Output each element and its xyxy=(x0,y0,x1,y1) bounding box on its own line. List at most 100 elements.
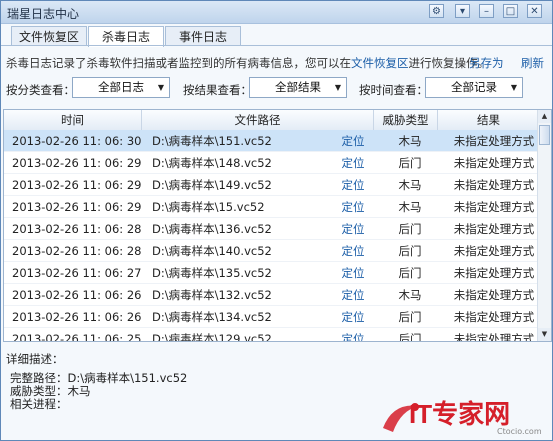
result-filter-label: 按结果查看： xyxy=(183,83,252,97)
locate-link[interactable]: 定位 xyxy=(338,130,368,152)
cell-result: 未指定处理方式 xyxy=(453,244,535,258)
tab-divider xyxy=(1,45,552,46)
locate-link[interactable]: 定位 xyxy=(338,306,368,328)
table-row[interactable]: 2013-02-26 11: 06: 27 D:\病毒样本\135.vc52 定位 后… xyxy=(4,262,539,284)
info-text: 杀毒日志记录了杀毒软件扫描或者监控到的所有病毒信息，您可以在文件恢复区进行恢复操… xyxy=(6,55,489,71)
cell-threat-type: 后门 xyxy=(398,222,422,236)
detail-title: 详细描述： xyxy=(6,352,64,366)
cell-path: D:\病毒样本\134.vc52 xyxy=(152,310,272,324)
cell-time: 2013-02-26 11: 06: 26 xyxy=(12,288,142,302)
log-table: 时间 文件路径 威胁类型 结果 2013-02-26 11: 06: 30 D:\… xyxy=(3,109,552,342)
cell-time: 2013-02-26 11: 06: 30 xyxy=(12,134,142,148)
watermark-site: Ctocio.com xyxy=(497,427,542,436)
cell-result: 未指定处理方式 xyxy=(453,310,535,324)
cell-result: 未指定处理方式 xyxy=(453,200,535,214)
save-as-link[interactable]: 另存为 xyxy=(469,55,504,71)
cell-path: D:\病毒样本\132.vc52 xyxy=(152,288,272,302)
result-filter-value: 全部结果 xyxy=(275,80,321,94)
table-row[interactable]: 2013-02-26 11: 06: 29 D:\病毒样本\149.vc52 定位 木… xyxy=(4,174,539,196)
cell-time: 2013-02-26 11: 06: 29 xyxy=(12,156,142,170)
cell-time: 2013-02-26 11: 06: 29 xyxy=(12,200,142,214)
watermark-brand: IT专家网 xyxy=(409,399,511,429)
table-row[interactable]: 2013-02-26 11: 06: 26 D:\病毒样本\134.vc52 定位 后… xyxy=(4,306,539,328)
cell-result: 未指定处理方式 xyxy=(453,134,535,148)
chevron-down-icon: ▼ xyxy=(510,83,517,92)
cell-path: D:\病毒样本\140.vc52 xyxy=(152,244,272,258)
cell-result: 未指定处理方式 xyxy=(453,266,535,280)
tab-file-recovery[interactable]: 文件恢复区 xyxy=(11,26,87,46)
dropdown-icon[interactable]: ▾ xyxy=(455,4,470,18)
category-filter-value: 全部日志 xyxy=(98,80,144,94)
cell-time: 2013-02-26 11: 06: 29 xyxy=(12,178,142,192)
chevron-down-icon: ▼ xyxy=(334,83,341,92)
maximize-icon[interactable]: □ xyxy=(503,4,518,18)
cell-time: 2013-02-26 11: 06: 26 xyxy=(12,310,142,324)
locate-link[interactable]: 定位 xyxy=(338,152,368,174)
result-filter-select[interactable]: 全部结果 ▼ xyxy=(249,77,347,98)
cell-result: 未指定处理方式 xyxy=(453,332,535,342)
tab-antivirus-log[interactable]: 杀毒日志 xyxy=(88,26,164,47)
cell-path: D:\病毒样本\129.vc52 xyxy=(152,332,272,342)
locate-link[interactable]: 定位 xyxy=(338,262,368,284)
cell-time: 2013-02-26 11: 06: 28 xyxy=(12,244,142,258)
window-title: 瑞星日志中心 xyxy=(7,7,80,21)
cell-time: 2013-02-26 11: 06: 25 xyxy=(12,332,142,342)
cell-result: 未指定处理方式 xyxy=(453,288,535,302)
locate-link[interactable]: 定位 xyxy=(338,218,368,240)
table-row[interactable]: 2013-02-26 11: 06: 28 D:\病毒样本\136.vc52 定位 后… xyxy=(4,218,539,240)
vertical-scrollbar[interactable]: ▲ ▼ xyxy=(537,110,551,341)
locate-link[interactable]: 定位 xyxy=(338,328,368,341)
cell-path: D:\病毒样本\135.vc52 xyxy=(152,266,272,280)
table-row[interactable]: 2013-02-26 11: 06: 29 D:\病毒样本\15.vc52 定位 木马… xyxy=(4,196,539,218)
category-filter-select[interactable]: 全部日志 ▼ xyxy=(72,77,170,98)
header-threat-type[interactable]: 威胁类型 xyxy=(374,110,438,130)
title-bar: 瑞星日志中心 ⚙ ▾ – □ ✕ xyxy=(1,1,552,24)
table-row[interactable]: 2013-02-26 11: 06: 29 D:\病毒样本\148.vc52 定位 后… xyxy=(4,152,539,174)
cell-result: 未指定处理方式 xyxy=(453,178,535,192)
cell-threat-type: 后门 xyxy=(398,332,422,342)
header-time[interactable]: 时间 xyxy=(4,110,142,130)
header-path[interactable]: 文件路径 xyxy=(142,110,374,130)
locate-link[interactable]: 定位 xyxy=(338,284,368,306)
refresh-link[interactable]: 刷新 xyxy=(521,55,544,71)
cell-threat-type: 后门 xyxy=(398,156,422,170)
table-row[interactable]: 2013-02-26 11: 06: 28 D:\病毒样本\140.vc52 定位 后… xyxy=(4,240,539,262)
tab-bar: 文件恢复区 杀毒日志 事件日志 xyxy=(1,24,552,47)
cell-path: D:\病毒样本\149.vc52 xyxy=(152,178,272,192)
scroll-down-icon[interactable]: ▼ xyxy=(538,328,551,341)
time-filter-value: 全部记录 xyxy=(451,80,497,94)
cell-path: D:\病毒样本\15.vc52 xyxy=(152,200,265,214)
minimize-icon[interactable]: – xyxy=(479,4,494,18)
locate-link[interactable]: 定位 xyxy=(338,174,368,196)
table-row[interactable]: 2013-02-26 11: 06: 30 D:\病毒样本\151.vc52 定位 木… xyxy=(4,130,539,152)
file-recovery-link[interactable]: 文件恢复区 xyxy=(351,56,409,70)
log-center-window: 瑞星日志中心 ⚙ ▾ – □ ✕ 文件恢复区 杀毒日志 事件日志 杀毒日志记录了… xyxy=(0,0,553,441)
scroll-thumb[interactable] xyxy=(539,125,550,145)
table-row[interactable]: 2013-02-26 11: 06: 26 D:\病毒样本\132.vc52 定位 木… xyxy=(4,284,539,306)
tab-event-log[interactable]: 事件日志 xyxy=(165,26,241,46)
cell-threat-type: 后门 xyxy=(398,310,422,324)
table-header: 时间 文件路径 威胁类型 结果 xyxy=(4,110,539,131)
cell-result: 未指定处理方式 xyxy=(453,222,535,236)
table-row[interactable]: 2013-02-26 11: 06: 25 D:\病毒样本\129.vc52 定位 后… xyxy=(4,328,539,342)
cell-threat-type: 木马 xyxy=(398,200,422,214)
cell-path: D:\病毒样本\136.vc52 xyxy=(152,222,272,236)
cell-threat-type: 木马 xyxy=(398,178,422,192)
locate-link[interactable]: 定位 xyxy=(338,240,368,262)
header-result[interactable]: 结果 xyxy=(438,110,539,130)
gear-icon[interactable]: ⚙ xyxy=(429,4,444,18)
cell-threat-type: 后门 xyxy=(398,244,422,258)
chevron-down-icon: ▼ xyxy=(157,83,164,92)
cell-result: 未指定处理方式 xyxy=(453,156,535,170)
category-filter-label: 按分类查看： xyxy=(6,83,75,97)
close-icon[interactable]: ✕ xyxy=(527,4,542,18)
info-prefix: 杀毒日志记录了杀毒软件扫描或者监控到的所有病毒信息，您可以在 xyxy=(6,56,351,70)
scroll-up-icon[interactable]: ▲ xyxy=(538,110,551,123)
cell-time: 2013-02-26 11: 06: 28 xyxy=(12,222,142,236)
detail-process: 相关进程： xyxy=(10,397,68,411)
locate-link[interactable]: 定位 xyxy=(338,196,368,218)
time-filter-label: 按时间查看： xyxy=(359,83,428,97)
cell-time: 2013-02-26 11: 06: 27 xyxy=(12,266,142,280)
watermark: IT专家网 Ctocio.com xyxy=(379,394,549,440)
time-filter-select[interactable]: 全部记录 ▼ xyxy=(425,77,523,98)
